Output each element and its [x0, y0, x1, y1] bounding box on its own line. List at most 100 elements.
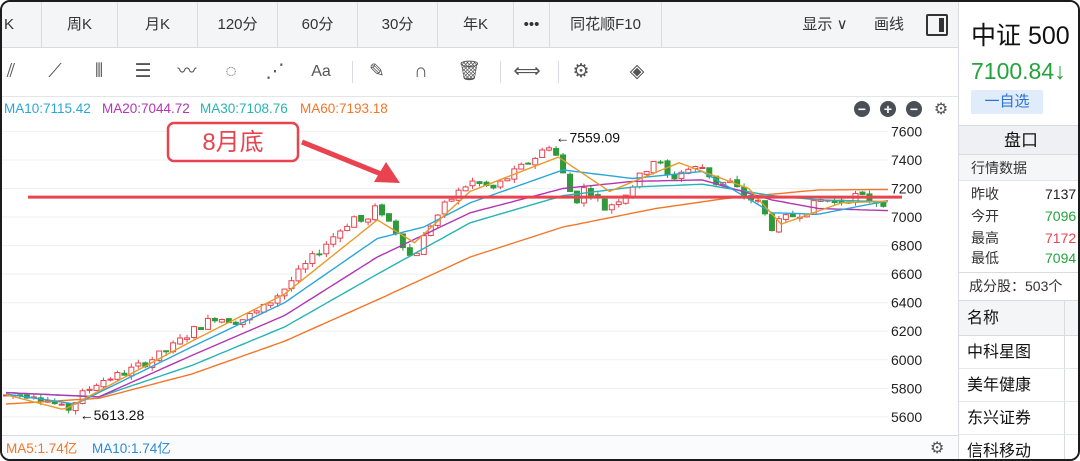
- constituent-list-header[interactable]: 名称: [959, 300, 1078, 336]
- ma20-label: MA20:7044.72: [102, 101, 190, 116]
- fibonacci-tool-icon[interactable]: ⋰: [258, 59, 292, 85]
- high-price-label: ←7559.09: [555, 129, 620, 145]
- y-tick-label: 7600: [891, 123, 922, 139]
- parallel-line-tool-icon[interactable]: ⫽: [2, 59, 28, 85]
- candle-body: [476, 181, 483, 184]
- quote-label: 最低: [971, 250, 999, 266]
- quote-row-open: 今开 7096: [959, 205, 1078, 227]
- cycle-tool-icon[interactable]: ◌: [214, 59, 248, 85]
- candle-body: [114, 372, 121, 380]
- quote-row-prev-close: 昨收 7137: [959, 183, 1078, 205]
- candle-body: [497, 180, 504, 188]
- candle-body: [197, 327, 204, 330]
- candle-body: [135, 362, 142, 367]
- candle-body: [831, 200, 838, 203]
- candle-body: [601, 198, 608, 211]
- index-price: 7100.84↓: [971, 58, 1066, 84]
- low-price-label: ←5613.28: [80, 407, 145, 423]
- candle-body: [441, 201, 448, 215]
- y-tick-label: 7200: [891, 181, 922, 197]
- vertical-lines-tool-icon[interactable]: ⦀: [82, 59, 116, 85]
- candle-body: [184, 337, 191, 340]
- y-tick-label: 6200: [891, 323, 922, 339]
- candle-body: [330, 236, 337, 245]
- volume-ma10-label: MA10:1.74亿: [92, 441, 171, 456]
- order-book-header[interactable]: 盘口: [959, 125, 1078, 155]
- magnet-tool-icon[interactable]: ∩: [404, 59, 438, 85]
- candle-body: [385, 213, 392, 222]
- quote-panel: 中证 500 7100.84↓ 一自选 盘口 行情数据 昨收 7137 今开 7…: [958, 2, 1078, 459]
- list-item[interactable]: 信科移动: [959, 435, 1078, 459]
- candle-body: [323, 243, 330, 255]
- candle-body: [448, 198, 455, 202]
- candle-body: [163, 350, 170, 353]
- candle-body: [100, 380, 107, 388]
- tab-30min[interactable]: 30分: [358, 2, 438, 47]
- candle-body: [462, 186, 469, 192]
- candle-body: [782, 214, 789, 220]
- candle-body: [490, 184, 497, 189]
- ma60-line: [5, 188, 888, 405]
- zoom-in-icon[interactable]: +: [880, 101, 896, 117]
- candle-body: [532, 157, 539, 166]
- candle-body: [469, 180, 476, 187]
- panel-toggle-icon[interactable]: [926, 14, 948, 36]
- quote-row-low: 最低 7094: [959, 247, 1078, 269]
- candle-body: [699, 166, 706, 169]
- zoom-out-icon[interactable]: −: [854, 101, 870, 117]
- tab-f10[interactable]: 同花顺F10: [550, 2, 662, 47]
- polyline-tool-icon[interactable]: ⟋: [38, 59, 72, 85]
- candle-body: [218, 318, 225, 323]
- candle-body: [567, 173, 574, 192]
- candle-body: [351, 216, 358, 228]
- tab-60min[interactable]: 60分: [278, 2, 358, 47]
- candle-body: [344, 225, 351, 232]
- ma60-label: MA60:7193.18: [300, 101, 388, 116]
- candle-body: [191, 326, 198, 338]
- layers-icon[interactable]: ◈: [620, 59, 654, 85]
- candle-body: [455, 189, 462, 201]
- volume-ma5-label: MA5:1.74亿: [6, 441, 78, 456]
- draw-line-button[interactable]: 画线: [864, 2, 914, 47]
- candlestick-chart[interactable]: 5600 5800 6000 6200 6400 6600 6800 7000 7200 7400…: [2, 120, 958, 434]
- candle-body: [504, 178, 511, 182]
- candle-body: [859, 191, 866, 195]
- candle-body: [316, 253, 323, 256]
- text-note-tool-icon[interactable]: ☰: [126, 59, 160, 85]
- annotation-arrow-line: [301, 139, 387, 179]
- add-watchlist-button[interactable]: 一自选: [971, 90, 1043, 114]
- candle-body: [86, 388, 93, 391]
- drawing-toolbar: ⫽ ⟋ ⦀ ☰ 〰 ◌ ⋰ Aa ✎ ∩ 🗑 ⟺ ⚙ ◈: [2, 49, 958, 97]
- candle-body: [525, 162, 532, 165]
- candle-body: [177, 337, 184, 345]
- list-item[interactable]: 中科星图: [959, 336, 1078, 369]
- ma-lines: [5, 156, 889, 410]
- pen-tool-icon[interactable]: ✎: [360, 59, 394, 85]
- text-tool-icon[interactable]: Aa: [304, 59, 338, 85]
- tab-weekly-k[interactable]: 周K: [42, 2, 118, 47]
- settings-gear-icon[interactable]: ⚙: [564, 59, 598, 85]
- list-item[interactable]: 东兴证券: [959, 402, 1078, 435]
- candle-body: [211, 317, 218, 322]
- trash-icon[interactable]: 🗑: [452, 59, 486, 85]
- candle-body: [93, 384, 100, 391]
- quote-value: 7094: [1045, 250, 1077, 266]
- tab-daily-k[interactable]: K: [2, 2, 42, 47]
- candle-body: [267, 302, 274, 306]
- tab-yearly-k[interactable]: 年K: [438, 2, 514, 47]
- tab-monthly-k[interactable]: 月K: [118, 2, 198, 47]
- wave-tool-icon[interactable]: 〰: [170, 59, 204, 85]
- tab-more[interactable]: •••: [514, 2, 550, 47]
- list-item[interactable]: 美年健康: [959, 369, 1078, 402]
- expand-icon[interactable]: ⟺: [510, 59, 544, 85]
- y-tick-label: 6800: [891, 238, 922, 254]
- volume-settings-icon[interactable]: ⚙: [930, 436, 944, 459]
- candle-body: [107, 378, 114, 381]
- tab-120min[interactable]: 120分: [198, 2, 278, 47]
- quote-value: 7137: [1045, 186, 1077, 202]
- display-dropdown[interactable]: 显示 ∨: [790, 2, 860, 47]
- candle-body: [406, 247, 413, 256]
- candle-body: [232, 321, 239, 325]
- grid-lines: [2, 130, 888, 418]
- collapse-icon[interactable]: −: [906, 101, 922, 117]
